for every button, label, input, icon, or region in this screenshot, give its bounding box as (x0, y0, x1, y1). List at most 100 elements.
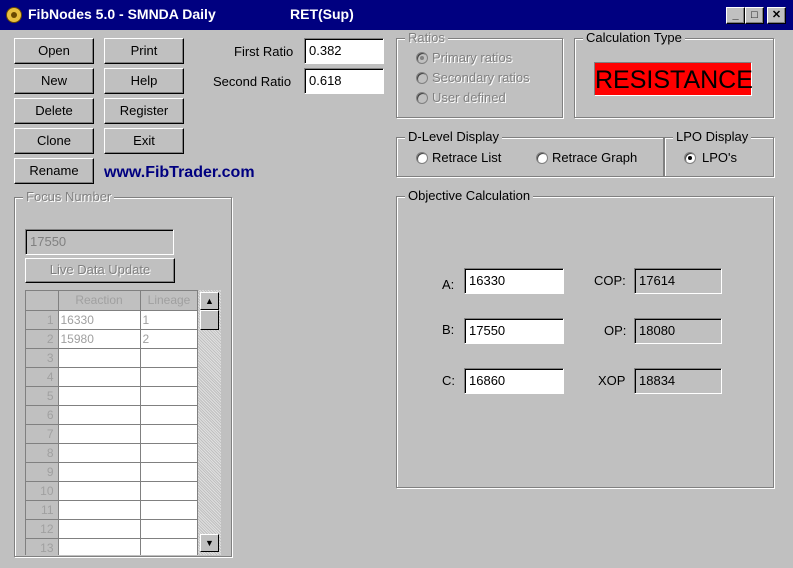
op-label: OP: (604, 323, 627, 338)
row-number: 8 (26, 443, 59, 463)
minimize-button[interactable]: _ (726, 7, 745, 24)
grid-header-row: Reaction Lineage (26, 291, 199, 311)
xop-label: XOP (598, 373, 626, 388)
grid-header-lineage: Lineage (140, 291, 199, 311)
row-number: 12 (26, 519, 59, 539)
register-button[interactable]: Register (104, 98, 184, 124)
exit-button[interactable]: Exit (104, 128, 184, 154)
a-input[interactable]: 16330 (464, 268, 564, 294)
reaction-cell[interactable] (58, 386, 141, 406)
cop-label: COP: (594, 273, 626, 288)
reaction-cell[interactable] (58, 405, 141, 425)
lineage-cell[interactable] (140, 405, 199, 425)
calculation-type-title: Calculation Type (583, 30, 685, 46)
second-ratio-label: Second Ratio (213, 74, 292, 89)
print-button[interactable]: Print (104, 38, 184, 64)
reaction-cell[interactable] (58, 481, 141, 501)
maximize-button[interactable]: □ (745, 7, 764, 24)
rename-button[interactable]: Rename (14, 158, 94, 184)
clone-button[interactable]: Clone (14, 128, 94, 154)
close-button[interactable]: ✕ (767, 7, 786, 24)
table-row[interactable]: 11 (26, 500, 199, 520)
dlevel-display-title: D-Level Display (405, 129, 503, 145)
grid-scrollbar[interactable]: ▲ ▼ (197, 290, 221, 555)
retrace-graph-radio[interactable] (536, 152, 548, 164)
retrace-list-radio[interactable] (416, 152, 428, 164)
lineage-cell[interactable]: 2 (140, 329, 199, 349)
reaction-cell[interactable] (58, 462, 141, 482)
open-button[interactable]: Open (14, 38, 94, 64)
table-row[interactable]: 8 (26, 443, 199, 463)
reaction-cell[interactable] (58, 367, 141, 387)
reaction-cell[interactable] (58, 538, 141, 555)
objective-calculation-title: Objective Calculation (405, 188, 534, 204)
app-icon[interactable] (6, 7, 22, 23)
lineage-cell[interactable] (140, 367, 199, 387)
second-ratio-input[interactable]: 0.618 (304, 68, 384, 94)
reaction-cell[interactable]: 16330 (58, 310, 141, 330)
scroll-down-icon[interactable]: ▼ (200, 534, 219, 552)
c-label: C: (442, 373, 455, 388)
a-label: A: (442, 277, 455, 292)
lineage-cell[interactable] (140, 424, 199, 444)
reaction-cell[interactable] (58, 500, 141, 520)
row-number: 1 (26, 310, 59, 330)
lineage-cell[interactable] (140, 462, 199, 482)
focus-number-title: Focus Number (23, 189, 115, 205)
grid-header-reaction: Reaction (58, 291, 141, 311)
first-ratio-input[interactable]: 0.382 (304, 38, 384, 64)
lineage-cell[interactable]: 1 (140, 310, 199, 330)
delete-button[interactable]: Delete (14, 98, 94, 124)
table-row[interactable]: 13 (26, 538, 199, 555)
table-row[interactable]: 2 15980 2 (26, 329, 199, 349)
help-button[interactable]: Help (104, 68, 184, 94)
lpo-radio[interactable] (684, 152, 696, 164)
live-data-update-button[interactable]: Live Data Update (25, 258, 175, 283)
fibtrader-link[interactable]: www.FibTrader.com (104, 164, 255, 182)
lineage-cell[interactable] (140, 386, 199, 406)
c-input[interactable]: 16860 (464, 368, 564, 394)
table-row[interactable]: 4 (26, 367, 199, 387)
table-row[interactable]: 1 16330 1 (26, 310, 199, 330)
new-button[interactable]: New (14, 68, 94, 94)
b-input[interactable]: 17550 (464, 318, 564, 344)
lineage-cell[interactable] (140, 538, 199, 555)
scroll-thumb[interactable] (200, 310, 219, 330)
lpo-display-title: LPO Display (673, 129, 752, 145)
primary-ratios-radio[interactable] (416, 52, 428, 64)
cop-value: 17614 (634, 268, 722, 294)
table-row[interactable]: 9 (26, 462, 199, 482)
user-defined-radio[interactable] (416, 92, 428, 104)
scroll-up-icon[interactable]: ▲ (200, 292, 219, 310)
op-value: 18080 (634, 318, 722, 344)
focus-grid[interactable]: Reaction Lineage 1 16330 1 2 15980 2 3 4 5 6 7 8 9 10… (25, 290, 221, 555)
row-number: 6 (26, 405, 59, 425)
primary-ratios-label: Primary ratios (432, 50, 513, 65)
table-row[interactable]: 3 (26, 348, 199, 368)
table-row[interactable]: 10 (26, 481, 199, 501)
reaction-cell[interactable] (58, 519, 141, 539)
title-bar[interactable]: FibNodes 5.0 - SMNDA Daily RET(Sup) _ □ … (0, 0, 793, 30)
table-row[interactable]: 12 (26, 519, 199, 539)
reaction-cell[interactable]: 15980 (58, 329, 141, 349)
reaction-cell[interactable] (58, 348, 141, 368)
window-title: FibNodes 5.0 - SMNDA Daily (28, 6, 216, 22)
secondary-ratios-radio[interactable] (416, 72, 428, 84)
row-number: 7 (26, 424, 59, 444)
lineage-cell[interactable] (140, 500, 199, 520)
reaction-cell[interactable] (58, 443, 141, 463)
lineage-cell[interactable] (140, 481, 199, 501)
table-row[interactable]: 6 (26, 405, 199, 425)
secondary-ratios-label: Secondary ratios (432, 70, 530, 85)
calculation-type-value: RESISTANCE (594, 62, 753, 96)
row-number: 9 (26, 462, 59, 482)
user-defined-label: User defined (432, 90, 506, 105)
lineage-cell[interactable] (140, 519, 199, 539)
table-row[interactable]: 7 (26, 424, 199, 444)
table-row[interactable]: 5 (26, 386, 199, 406)
row-number: 10 (26, 481, 59, 501)
lineage-cell[interactable] (140, 443, 199, 463)
focus-number-input[interactable]: 17550 (25, 229, 174, 255)
lineage-cell[interactable] (140, 348, 199, 368)
reaction-cell[interactable] (58, 424, 141, 444)
